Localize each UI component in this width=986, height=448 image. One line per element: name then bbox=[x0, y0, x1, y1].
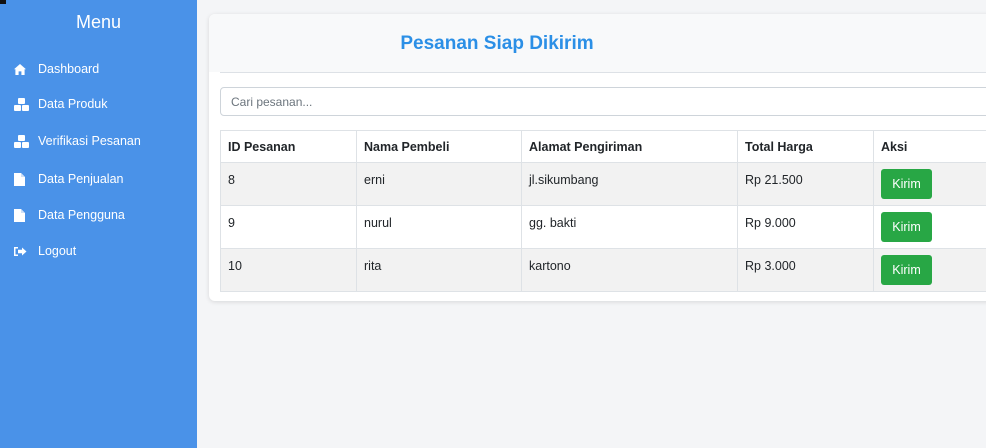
kirim-button[interactable]: Kirim bbox=[881, 212, 932, 242]
column-header-id: ID Pesanan bbox=[220, 130, 357, 163]
cell-nama: rita bbox=[356, 248, 522, 292]
sidebar-item-data-pengguna[interactable]: Data Pengguna bbox=[14, 205, 125, 225]
cell-aksi: Kirim bbox=[873, 248, 986, 292]
cell-total: Rp 21.500 bbox=[737, 162, 874, 206]
sidebar-item-logout[interactable]: Logout bbox=[14, 241, 76, 261]
sign-out-icon bbox=[14, 246, 34, 257]
sidebar-item-label: Data Penjualan bbox=[38, 172, 124, 186]
orders-table: ID Pesanan Nama Pembeli Alamat Pengirima… bbox=[220, 130, 986, 292]
cell-id: 9 bbox=[220, 205, 357, 249]
sidebar-title: Menu bbox=[75, 12, 122, 32]
sidebar-item-data-penjualan[interactable]: Data Penjualan bbox=[14, 169, 123, 189]
main-content: Pesanan Siap Dikirim ID Pesanan Nama Pem… bbox=[197, 0, 986, 448]
cell-alamat: gg. bakti bbox=[521, 205, 738, 249]
sidebar-item-label: Verifikasi Pesanan bbox=[38, 134, 141, 148]
cell-total: Rp 9.000 bbox=[737, 205, 874, 249]
cell-nama: erni bbox=[356, 162, 522, 206]
cell-id: 10 bbox=[220, 248, 357, 292]
cell-aksi: Kirim bbox=[873, 162, 986, 206]
sidebar-item-label: Data Pengguna bbox=[38, 208, 125, 222]
cell-aksi: Kirim bbox=[873, 205, 986, 249]
cell-nama: nurul bbox=[356, 205, 522, 249]
sidebar-item-verifikasi-pesanan[interactable]: Verifikasi Pesanan bbox=[14, 131, 141, 151]
kirim-button[interactable]: Kirim bbox=[881, 255, 932, 285]
kirim-button[interactable]: Kirim bbox=[881, 169, 932, 199]
column-header-alamat: Alamat Pengiriman bbox=[521, 130, 738, 163]
search-input[interactable] bbox=[220, 87, 986, 116]
cell-alamat: kartono bbox=[521, 248, 738, 292]
sidebar-item-label: Dashboard bbox=[38, 62, 100, 76]
file-icon bbox=[14, 172, 34, 186]
divider bbox=[220, 72, 986, 73]
sidebar-item-data-produk[interactable]: Data Produk bbox=[14, 94, 107, 114]
file-icon bbox=[14, 208, 34, 222]
orders-card: Pesanan Siap Dikirim ID Pesanan Nama Pem… bbox=[209, 14, 986, 301]
card-header: Pesanan Siap Dikirim bbox=[209, 14, 986, 72]
sidebar-item-label: Logout bbox=[38, 244, 77, 258]
sidebar-item-dashboard[interactable]: Dashboard bbox=[14, 59, 99, 79]
window-corner-mark bbox=[0, 0, 6, 4]
table-row: 9 nurul gg. bakti Rp 9.000 Kirim bbox=[220, 205, 986, 249]
cubes-icon bbox=[14, 97, 34, 111]
sidebar-item-label: Data Produk bbox=[38, 97, 108, 111]
table-row: 8 erni jl.sikumbang Rp 21.500 Kirim bbox=[220, 162, 986, 206]
cell-total: Rp 3.000 bbox=[737, 248, 874, 292]
cubes-icon bbox=[14, 134, 34, 148]
cell-alamat: jl.sikumbang bbox=[521, 162, 738, 206]
home-icon bbox=[14, 63, 34, 75]
column-header-aksi: Aksi bbox=[873, 130, 986, 163]
page-title: Pesanan Siap Dikirim bbox=[400, 33, 594, 54]
sidebar: Menu Dashboard Data Produk Verifikasi Pe… bbox=[0, 0, 197, 448]
column-header-total: Total Harga bbox=[737, 130, 874, 163]
table-header-row: ID Pesanan Nama Pembeli Alamat Pengirima… bbox=[220, 130, 986, 163]
cell-id: 8 bbox=[220, 162, 357, 206]
column-header-nama: Nama Pembeli bbox=[356, 130, 522, 163]
table-row: 10 rita kartono Rp 3.000 Kirim bbox=[220, 248, 986, 292]
